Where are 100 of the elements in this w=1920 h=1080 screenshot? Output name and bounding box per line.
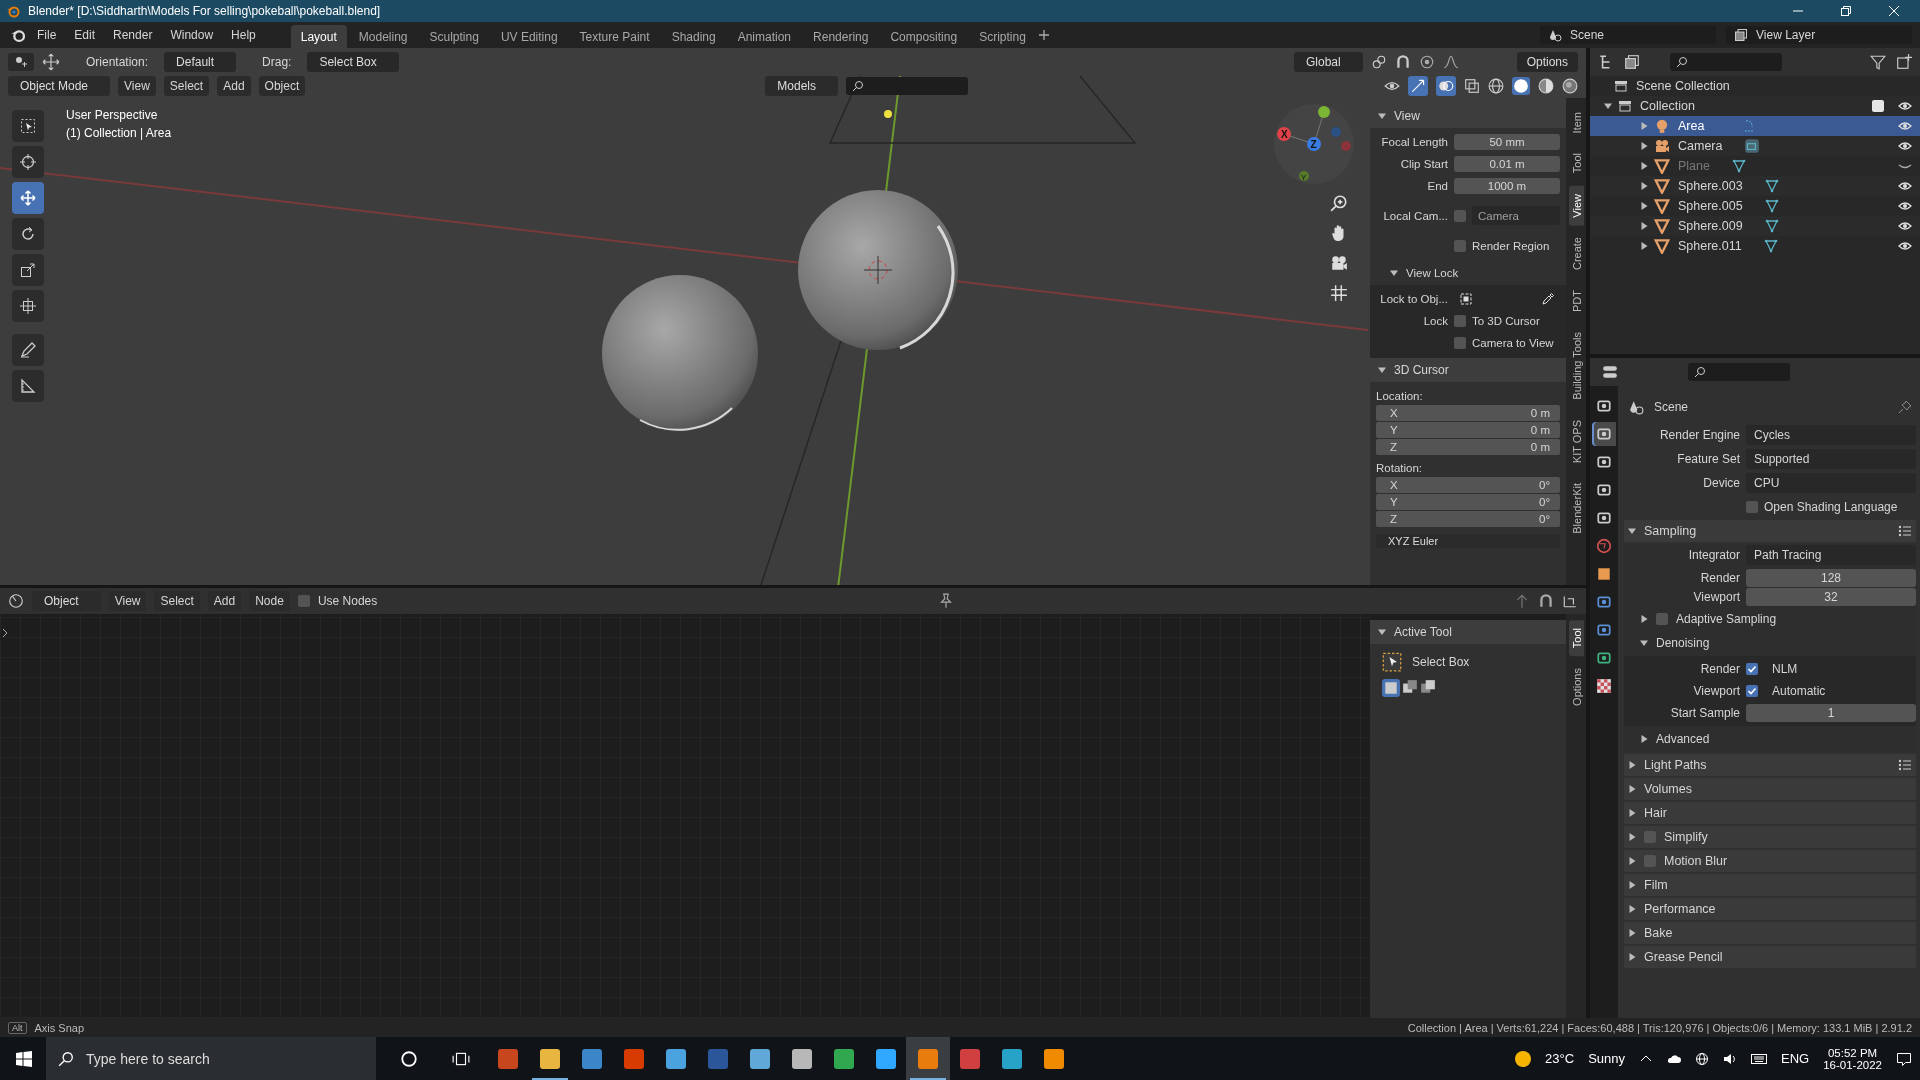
menu-item[interactable]: View [108,591,147,611]
expand-arrow-icon[interactable] [1640,122,1648,130]
properties-tab[interactable] [1592,422,1616,446]
menu-item[interactable]: Add [207,591,242,611]
editor-type-icon[interactable] [8,593,24,609]
workspace-tab[interactable]: Rendering [803,25,879,48]
menu-item[interactable]: Object [258,76,306,96]
tool-button[interactable] [12,290,44,322]
eye-icon[interactable] [1898,239,1912,253]
collapse-arrow-icon[interactable] [1604,102,1612,110]
object-field[interactable]: Camera [1472,206,1560,225]
shader-type-dropdown[interactable]: Object [32,591,101,611]
number-field[interactable]: 1000 m [1454,177,1560,194]
rendered-shading-icon[interactable] [1562,78,1578,94]
falloff-curve-icon[interactable] [1442,54,1459,70]
tool-button[interactable] [12,146,44,178]
pivot-icon[interactable] [1370,54,1387,70]
expand-arrow-icon[interactable] [1640,142,1648,150]
workspace-tab[interactable]: UV Editing [490,25,568,48]
expand-arrow-icon[interactable] [1628,929,1636,937]
expand-arrow-icon[interactable] [1640,222,1648,230]
checkbox[interactable] [1644,831,1656,843]
number-field[interactable]: 0.01 m [1454,155,1560,172]
xray-icon[interactable] [1464,78,1480,94]
collapse-arrow-icon[interactable] [1640,639,1648,647]
subtract-selection-icon[interactable] [1420,679,1436,695]
workspace-tab[interactable]: Animation [727,25,802,48]
checkbox[interactable] [1746,501,1758,513]
tool-mode-dropdown[interactable] [8,53,34,71]
list-icon[interactable] [1898,758,1912,772]
expand-arrow-icon[interactable] [1640,735,1648,743]
outliner-item[interactable]: Scene Collection [1634,78,1732,94]
checkbox[interactable] [1454,239,1466,252]
menu-item[interactable]: Select [163,76,210,96]
move-arrows-icon[interactable] [42,53,60,71]
menu-item[interactable]: Window [163,25,221,45]
checkbox[interactable] [1746,663,1758,675]
eyedropper-icon[interactable] [1542,292,1554,305]
dropdown[interactable]: Path Tracing [1746,545,1916,565]
subpanel-header[interactable]: Denoising [1624,632,1916,654]
solid-shading-icon[interactable] [1512,77,1530,95]
panel-header[interactable]: Grease Pencil [1624,946,1916,968]
sidebar-tab[interactable]: PDT [1568,282,1584,321]
expand-arrow-icon[interactable] [1628,761,1636,769]
workspace-tab[interactable]: Shading [661,25,726,48]
asset-library-dropdown[interactable]: Models [765,76,838,96]
panel-header[interactable]: Bake [1624,922,1916,944]
eye-icon[interactable] [1898,119,1912,133]
tool-button[interactable] [12,218,44,250]
menu-item[interactable]: Select [154,591,200,611]
expand-arrow-icon[interactable] [1628,857,1636,865]
blender-logo-icon[interactable] [10,27,26,43]
workspace-tab[interactable]: Layout [290,25,347,48]
tool-button[interactable] [12,254,44,286]
checkbox[interactable] [297,595,310,607]
menu-item[interactable]: Edit [67,25,103,45]
transform-orientation-dropdown[interactable]: Global [1293,52,1363,72]
gizmo-toggle-icon[interactable] [1408,76,1428,96]
expand-arrow-icon[interactable] [1640,242,1648,250]
extend-selection-icon[interactable] [1402,679,1418,695]
mode-dropdown[interactable]: Object Mode [8,76,111,96]
expand-arrow-icon[interactable] [1628,905,1636,913]
sidebar-tab[interactable]: Building Tools [1568,324,1584,408]
search-field[interactable]: Type here to search [46,1037,376,1080]
tool-button[interactable] [12,182,44,214]
proportional-edit-icon[interactable] [1418,54,1435,70]
orientation-dropdown[interactable]: Default [164,52,237,72]
list-icon[interactable] [1898,524,1912,538]
expand-toolbar-icon[interactable] [2,628,8,638]
collapse-arrow-icon[interactable] [1628,527,1636,535]
checkbox[interactable] [1454,336,1466,349]
sidebar-tab[interactable]: Create [1568,229,1584,279]
expand-arrow-icon[interactable] [1628,881,1636,889]
start-icon[interactable] [16,1050,32,1067]
number-field[interactable]: 0° [1397,511,1560,527]
search-field[interactable] [846,77,968,95]
outliner-row[interactable]: Sphere.005 [1590,196,1920,216]
panel-header[interactable]: Simplify [1624,826,1916,848]
expand-arrow-icon[interactable] [1640,182,1648,190]
new-collection-icon[interactable] [1896,54,1912,70]
material-shading-icon[interactable] [1538,78,1554,94]
number-field[interactable]: 0 m [1397,405,1560,421]
panel-header[interactable]: Film [1624,874,1916,896]
collapse-arrow-icon[interactable] [1390,269,1398,277]
sidebar-tab[interactable]: View [1568,185,1584,226]
expand-arrow-icon[interactable] [1640,162,1648,170]
tool-button[interactable] [12,370,44,402]
number-field[interactable]: 0 m [1397,422,1560,438]
dropdown[interactable]: Cycles [1746,425,1916,445]
snap-magnet-icon[interactable] [1394,54,1411,70]
panel-header[interactable]: Active Tool [1370,620,1566,644]
menu-item[interactable]: Add [217,76,251,96]
checkbox[interactable] [1644,855,1656,867]
panel-header[interactable]: 3D Cursor [1370,358,1566,382]
menu-item[interactable]: Node [249,591,290,611]
checkbox[interactable] [1454,209,1466,222]
filter-icon[interactable] [1870,54,1886,70]
sidebar-tab[interactable]: BlenderKit [1568,475,1584,542]
workspace-tab[interactable]: Compositing [880,25,968,48]
checkbox[interactable] [1454,314,1466,327]
